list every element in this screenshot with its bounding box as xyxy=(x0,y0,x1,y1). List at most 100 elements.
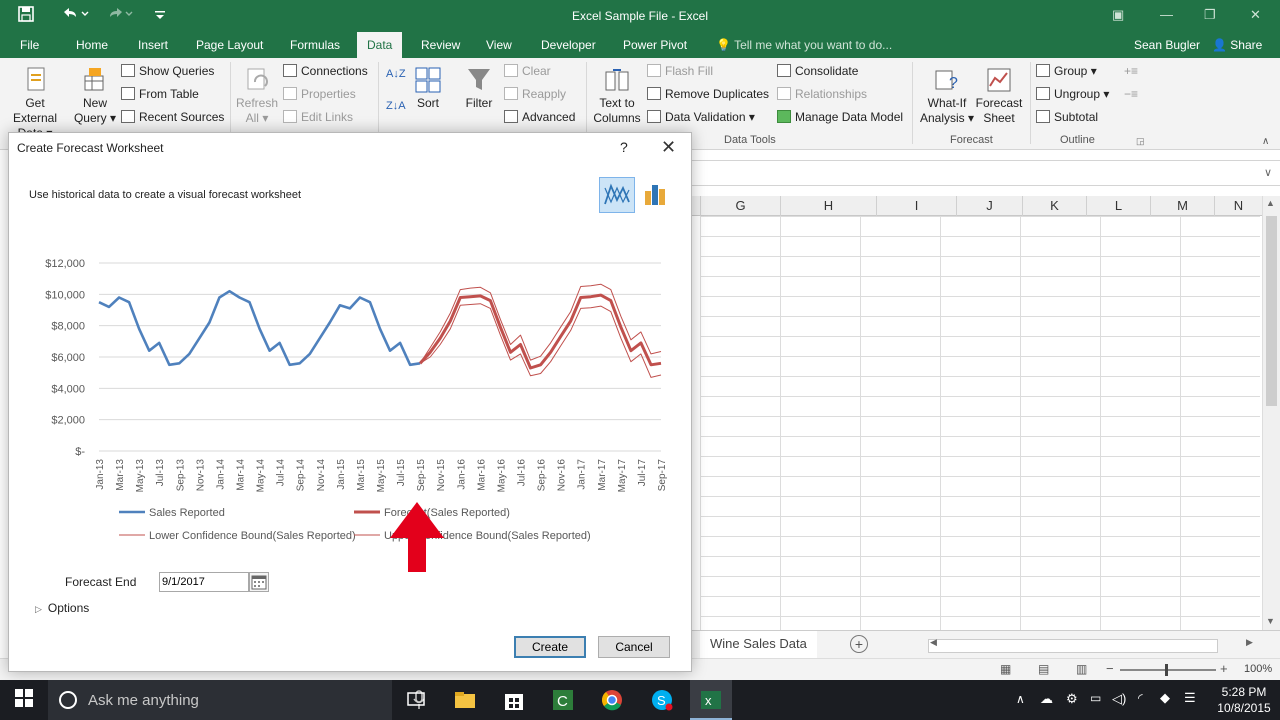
cortana-search-box[interactable]: Ask me anything xyxy=(48,680,425,720)
line-chart-type-icon[interactable] xyxy=(599,177,635,213)
clear-button[interactable]: Clear xyxy=(504,64,551,78)
minimize-icon[interactable]: — xyxy=(1160,7,1173,22)
column-header[interactable]: M xyxy=(1150,196,1214,216)
sheet-tab-wine-sales[interactable]: Wine Sales Data xyxy=(700,631,817,658)
column-header[interactable]: J xyxy=(956,196,1022,216)
page-break-view-icon[interactable]: ▥ xyxy=(1076,662,1087,676)
vertical-scrollbar[interactable]: ▲ ▼ xyxy=(1262,196,1280,630)
reapply-button[interactable]: Reapply xyxy=(504,87,566,101)
volume-icon[interactable]: ◁) xyxy=(1112,691,1126,707)
sort-a-z-icon[interactable]: A↓Z xyxy=(386,68,406,80)
clock[interactable]: 5:28 PM 10/8/2015 xyxy=(1212,684,1276,716)
expand-formula-bar-icon[interactable]: ∨ xyxy=(1264,166,1272,179)
zoom-in-icon[interactable]: + xyxy=(1220,661,1228,676)
scroll-left-icon[interactable]: ◀ xyxy=(930,637,937,648)
help-button[interactable]: ? xyxy=(620,139,628,155)
filter-button[interactable]: Filter xyxy=(460,66,498,111)
show-hidden-icons[interactable]: ∧ xyxy=(1016,692,1025,706)
column-header[interactable]: H xyxy=(780,196,876,216)
column-header[interactable]: K xyxy=(1022,196,1086,216)
subtotal-button[interactable]: Subtotal xyxy=(1036,110,1098,124)
advanced-button[interactable]: Advanced xyxy=(504,110,575,124)
tell-me-box[interactable]: 💡 Tell me what you want to do... xyxy=(716,38,892,52)
add-sheet-icon[interactable]: + xyxy=(850,635,868,653)
tab-insert[interactable]: Insert xyxy=(138,38,168,52)
forecast-sheet-button[interactable]: Forecast Sheet xyxy=(974,66,1024,126)
close-icon[interactable]: ✕ xyxy=(661,137,676,158)
column-header[interactable]: N xyxy=(1214,196,1262,216)
battery-icon[interactable]: ▭ xyxy=(1090,691,1101,705)
what-if-analysis-button[interactable]: ? What-If Analysis ▾ xyxy=(918,66,976,126)
notifications-icon[interactable]: ☰ xyxy=(1184,690,1196,706)
column-header[interactable]: I xyxy=(876,196,956,216)
tab-home[interactable]: Home xyxy=(76,38,108,52)
group-button[interactable]: Group ▾ xyxy=(1036,64,1097,78)
normal-view-icon[interactable]: ▦ xyxy=(1000,662,1011,676)
tab-power-pivot[interactable]: Power Pivot xyxy=(623,38,687,52)
zoom-slider[interactable] xyxy=(1120,669,1216,671)
new-query-button[interactable]: New Query ▾ xyxy=(72,66,118,126)
flash-fill-button[interactable]: Flash Fill xyxy=(647,64,713,78)
remove-duplicates-button[interactable]: Remove Duplicates xyxy=(647,87,769,101)
zoom-out-icon[interactable]: − xyxy=(1106,661,1114,676)
scroll-thumb[interactable] xyxy=(1266,216,1277,406)
show-queries-button[interactable]: Show Queries xyxy=(121,64,214,78)
calendar-icon[interactable] xyxy=(249,572,269,592)
page-layout-view-icon[interactable]: ▤ xyxy=(1038,662,1049,676)
wifi-icon[interactable]: ◜ xyxy=(1138,691,1143,705)
edit-links-button[interactable]: Edit Links xyxy=(283,110,353,124)
chrome-icon[interactable] xyxy=(600,688,624,712)
user-name[interactable]: Sean Bugler xyxy=(1134,38,1200,52)
recent-sources-button[interactable]: Recent Sources xyxy=(121,110,224,124)
column-header[interactable]: L xyxy=(1086,196,1150,216)
hide-detail-icon[interactable]: −≡ xyxy=(1124,87,1138,101)
options-expander[interactable]: ▷ Options xyxy=(35,601,89,615)
file-explorer-icon[interactable] xyxy=(453,688,477,712)
cancel-button[interactable]: Cancel xyxy=(598,636,670,658)
sort-z-a-icon[interactable]: Z↓A xyxy=(386,100,406,112)
tab-view[interactable]: View xyxy=(486,38,512,52)
consolidate-button[interactable]: Consolidate xyxy=(777,64,858,78)
tab-data[interactable]: Data xyxy=(357,32,403,58)
show-detail-icon[interactable]: +≡ xyxy=(1124,64,1138,78)
tab-page-layout[interactable]: Page Layout xyxy=(196,38,263,52)
data-validation-button[interactable]: Data Validation ▾ xyxy=(647,110,755,124)
settings-tray-icon[interactable]: ⚙ xyxy=(1066,691,1078,707)
sort-button[interactable]: Sort xyxy=(410,66,446,111)
tab-file[interactable]: File xyxy=(20,38,39,52)
cell-grid[interactable] xyxy=(700,216,1260,630)
refresh-all-button[interactable]: Refresh All ▾ xyxy=(234,66,280,126)
outline-launcher-icon[interactable]: ◲ xyxy=(1136,136,1145,147)
column-header[interactable]: G xyxy=(700,196,780,216)
column-chart-type-icon[interactable] xyxy=(637,177,673,213)
dropbox-icon[interactable]: ◆ xyxy=(1160,690,1170,706)
zoom-level[interactable]: 100% xyxy=(1244,663,1272,675)
get-external-data-button[interactable]: Get External Data ▾ xyxy=(2,66,68,141)
camtasia-icon[interactable]: C xyxy=(551,688,575,712)
ungroup-button[interactable]: Ungroup ▾ xyxy=(1036,87,1109,101)
forecast-end-input[interactable] xyxy=(159,572,249,592)
tab-developer[interactable]: Developer xyxy=(541,38,596,52)
collapse-ribbon-icon[interactable]: ∧ xyxy=(1262,136,1269,147)
horizontal-scrollbar[interactable] xyxy=(928,639,1218,653)
create-button[interactable]: Create xyxy=(514,636,586,658)
scroll-right-icon[interactable]: ▶ xyxy=(1246,637,1253,648)
onedrive-icon[interactable]: ☁ xyxy=(1040,691,1053,707)
share-button[interactable]: 👤 Share xyxy=(1212,38,1262,52)
properties-button[interactable]: Properties xyxy=(283,87,356,101)
scroll-up-icon[interactable]: ▲ xyxy=(1266,198,1275,208)
restore-icon[interactable]: ❐ xyxy=(1204,7,1216,23)
from-table-button[interactable]: From Table xyxy=(121,87,199,101)
ribbon-display-icon[interactable]: ▣ xyxy=(1112,7,1124,23)
manage-data-model-button[interactable]: Manage Data Model xyxy=(777,110,903,124)
text-to-columns-button[interactable]: Text to Columns xyxy=(590,66,644,126)
scroll-down-icon[interactable]: ▼ xyxy=(1266,616,1275,626)
formula-bar[interactable]: ∨ xyxy=(690,160,1280,186)
task-view-icon[interactable] xyxy=(405,688,429,712)
relationships-button[interactable]: Relationships xyxy=(777,87,867,101)
tab-review[interactable]: Review xyxy=(421,38,460,52)
skype-icon[interactable]: S xyxy=(650,688,674,712)
close-window-icon[interactable]: ✕ xyxy=(1250,7,1261,23)
excel-taskbar-button[interactable]: x xyxy=(690,680,732,720)
windows-start-icon[interactable] xyxy=(14,688,38,712)
